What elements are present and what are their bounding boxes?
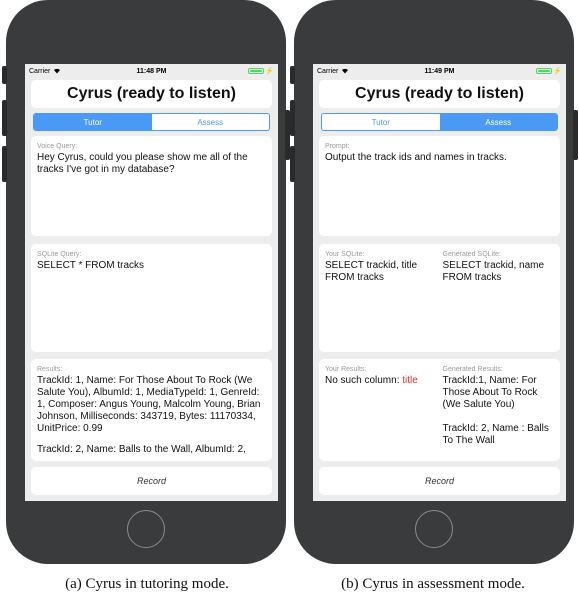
record-button[interactable]: Record: [31, 467, 272, 495]
mode-segmented-control: Tutor Assess: [321, 113, 558, 131]
home-button[interactable]: [127, 510, 165, 548]
record-button[interactable]: Record: [319, 467, 560, 495]
generated-sqlite-text: SELECT trackid, name FROM tracks: [442, 260, 545, 283]
your-sqlite-label: Your SQLite:: [325, 251, 365, 258]
prompt-card: Prompt: Output the track ids and names i…: [319, 136, 560, 236]
sqlite-query-card: SQLite Query: SELECT * FROM tracks: [31, 244, 272, 352]
your-results-label: Your Results:: [325, 366, 367, 373]
caption-b: (b) Cyrus in assessment mode.: [341, 576, 525, 592]
your-results-column: Your Results: No such column: title: [325, 366, 437, 454]
error-column-name: title: [402, 375, 418, 386]
results-scroll[interactable]: TrackId: 1, Name: For Those About To Roc…: [37, 375, 266, 471]
tab-tutor[interactable]: Tutor: [34, 114, 152, 130]
tab-assess[interactable]: Assess: [439, 114, 557, 130]
title-card: Cyrus (ready to listen): [319, 80, 560, 108]
your-results-text: No such column: title: [325, 375, 437, 387]
results-compare-card: Your Results: No such column: title Gene…: [319, 359, 560, 461]
results-label: Results:: [37, 366, 63, 373]
generated-results-label: Generated Results:: [442, 366, 503, 373]
results-card: Results: TrackId: 1, Name: For Those Abo…: [31, 359, 272, 461]
mode-segmented-control: Tutor Assess: [33, 113, 270, 131]
prompt-text: Output the track ids and names in tracks…: [325, 152, 507, 163]
voice-query-card: Voice Query: Hey Cyrus, could you please…: [31, 136, 272, 236]
phone-a: Carrier 11:48 PM ⚡ Cyrus (ready to liste…: [2, 0, 290, 564]
status-bar: Carrier 11:48 PM ⚡: [25, 64, 278, 78]
sqlite-compare-card: Your SQLite: SELECT trackid, title FROM …: [319, 244, 560, 352]
your-sqlite-column: Your SQLite: SELECT trackid, title FROM …: [325, 251, 437, 345]
status-bar: Carrier 11:49 PM ⚡: [313, 64, 566, 78]
your-sqlite-text[interactable]: SELECT trackid, title FROM tracks: [325, 260, 437, 284]
app-title: Cyrus (ready to listen): [67, 85, 236, 102]
home-button[interactable]: [415, 510, 453, 548]
generated-sqlite-column: Generated SQLite: SELECT trackid, name F…: [443, 251, 555, 345]
app-title: Cyrus (ready to listen): [355, 85, 524, 102]
record-label: Record: [424, 476, 454, 486]
title-card: Cyrus (ready to listen): [31, 80, 272, 108]
screen-a: Carrier 11:48 PM ⚡ Cyrus (ready to liste…: [25, 64, 278, 501]
generated-results-text-2: TrackId: 2, Name : Balls To The Wall: [442, 423, 549, 446]
tab-tutor[interactable]: Tutor: [322, 114, 440, 130]
sqlite-query-label: SQLite Query:: [37, 251, 82, 258]
sqlite-query-text[interactable]: SELECT * FROM tracks: [37, 260, 266, 272]
clock: 11:49 PM: [424, 67, 455, 75]
generated-results-text-1: TrackId:1, Name: For Those About To Rock…: [442, 375, 538, 410]
phone-b: Carrier 11:49 PM ⚡ Cyrus (ready to liste…: [290, 0, 578, 564]
prompt-label: Prompt:: [325, 143, 350, 150]
error-message: No such column:: [325, 375, 403, 386]
voice-query-label: Voice Query:: [37, 143, 78, 150]
results-text-1: TrackId: 1, Name: For Those About To Roc…: [37, 375, 261, 434]
clock: 11:48 PM: [136, 67, 167, 75]
tab-assess[interactable]: Assess: [152, 114, 270, 130]
generated-sqlite-label: Generated SQLite:: [442, 251, 501, 258]
screen-b: Carrier 11:49 PM ⚡ Cyrus (ready to liste…: [313, 64, 566, 501]
results-text-2: TrackId: 2, Name: Balls to the Wall, Alb…: [37, 444, 246, 455]
record-label: Record: [136, 476, 166, 486]
voice-query-text: Hey Cyrus, could you please show me all …: [37, 152, 248, 175]
generated-results-column: Generated Results: TrackId:1, Name: For …: [443, 366, 555, 454]
caption-a: (a) Cyrus in tutoring mode.: [65, 576, 229, 592]
